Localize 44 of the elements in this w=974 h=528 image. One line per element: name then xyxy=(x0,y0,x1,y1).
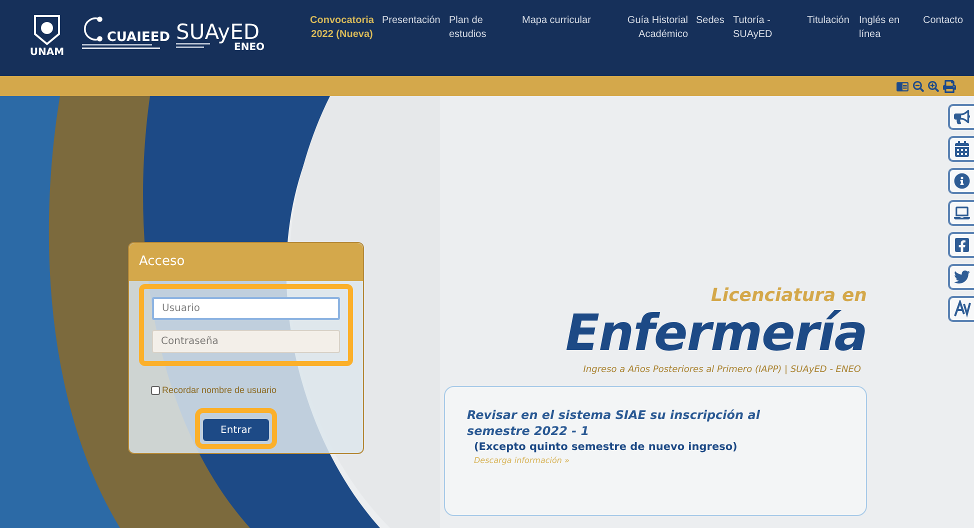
remember-checkbox[interactable] xyxy=(151,386,160,396)
calendar-icon xyxy=(954,141,970,157)
username-field[interactable]: Usuario xyxy=(152,297,340,320)
print-icon[interactable] xyxy=(943,80,956,92)
twitter-button[interactable] xyxy=(948,264,974,290)
crest-icon xyxy=(32,14,62,46)
nav-link[interactable]: Inglés en línea xyxy=(859,14,923,42)
notice-note: (Excepto quinto semestre de nuevo ingreso) xyxy=(474,440,738,454)
password-field[interactable]: Contraseña xyxy=(152,330,340,353)
hero-title: Enfermería xyxy=(565,306,867,360)
nav-link[interactable]: Plan de estudios xyxy=(449,14,522,42)
facebook-icon xyxy=(954,237,970,253)
contrast-icon[interactable] xyxy=(896,80,909,92)
megaphone-button[interactable] xyxy=(948,104,974,130)
zoom-out-icon[interactable] xyxy=(913,80,924,92)
facebook-button[interactable] xyxy=(948,232,974,258)
megaphone-icon xyxy=(954,109,970,125)
nav-link[interactable]: Convocatoria 2022 (Nueva) xyxy=(302,14,382,42)
nav-link[interactable]: Presentación xyxy=(382,14,449,28)
remember-label: Recordar nombre de usuario xyxy=(162,384,277,397)
laptop-button[interactable] xyxy=(948,200,974,226)
notice-title: Revisar en el sistema SIAE su inscripción al semestre 2022 - 1 xyxy=(467,406,761,438)
twitter-icon xyxy=(954,269,970,285)
login-button[interactable]: Entrar xyxy=(203,419,269,441)
logo-text: ENEO xyxy=(234,43,265,53)
nav-link[interactable]: Sedes xyxy=(696,14,733,28)
nav-link[interactable]: Titulación xyxy=(807,14,859,28)
hero-subtitle: Ingreso a Años Posteriores al Primero (IAPP) | SUAyED - ENEO xyxy=(583,364,861,377)
info-button[interactable] xyxy=(948,168,974,194)
hero-kicker: Licenciatura en xyxy=(710,286,867,306)
login-title: Acceso xyxy=(139,253,185,272)
logo-button[interactable] xyxy=(948,296,974,322)
nav-link[interactable]: Mapa curricular xyxy=(522,14,592,28)
zoom-in-icon[interactable] xyxy=(928,80,939,92)
info-icon xyxy=(954,173,970,189)
monogram-icon xyxy=(953,300,971,318)
nav-link[interactable]: Tutoría - SUAyED xyxy=(733,14,807,42)
nav-link[interactable]: Guía Historial Académico xyxy=(592,14,696,42)
logo-text: UNAM xyxy=(30,48,64,58)
logo-text: SUAyED xyxy=(176,22,260,43)
calendar-button[interactable] xyxy=(948,136,974,162)
nav-link[interactable]: Contacto xyxy=(923,14,973,28)
logo-text: CUAIEED xyxy=(106,31,170,44)
laptop-icon xyxy=(954,205,970,221)
